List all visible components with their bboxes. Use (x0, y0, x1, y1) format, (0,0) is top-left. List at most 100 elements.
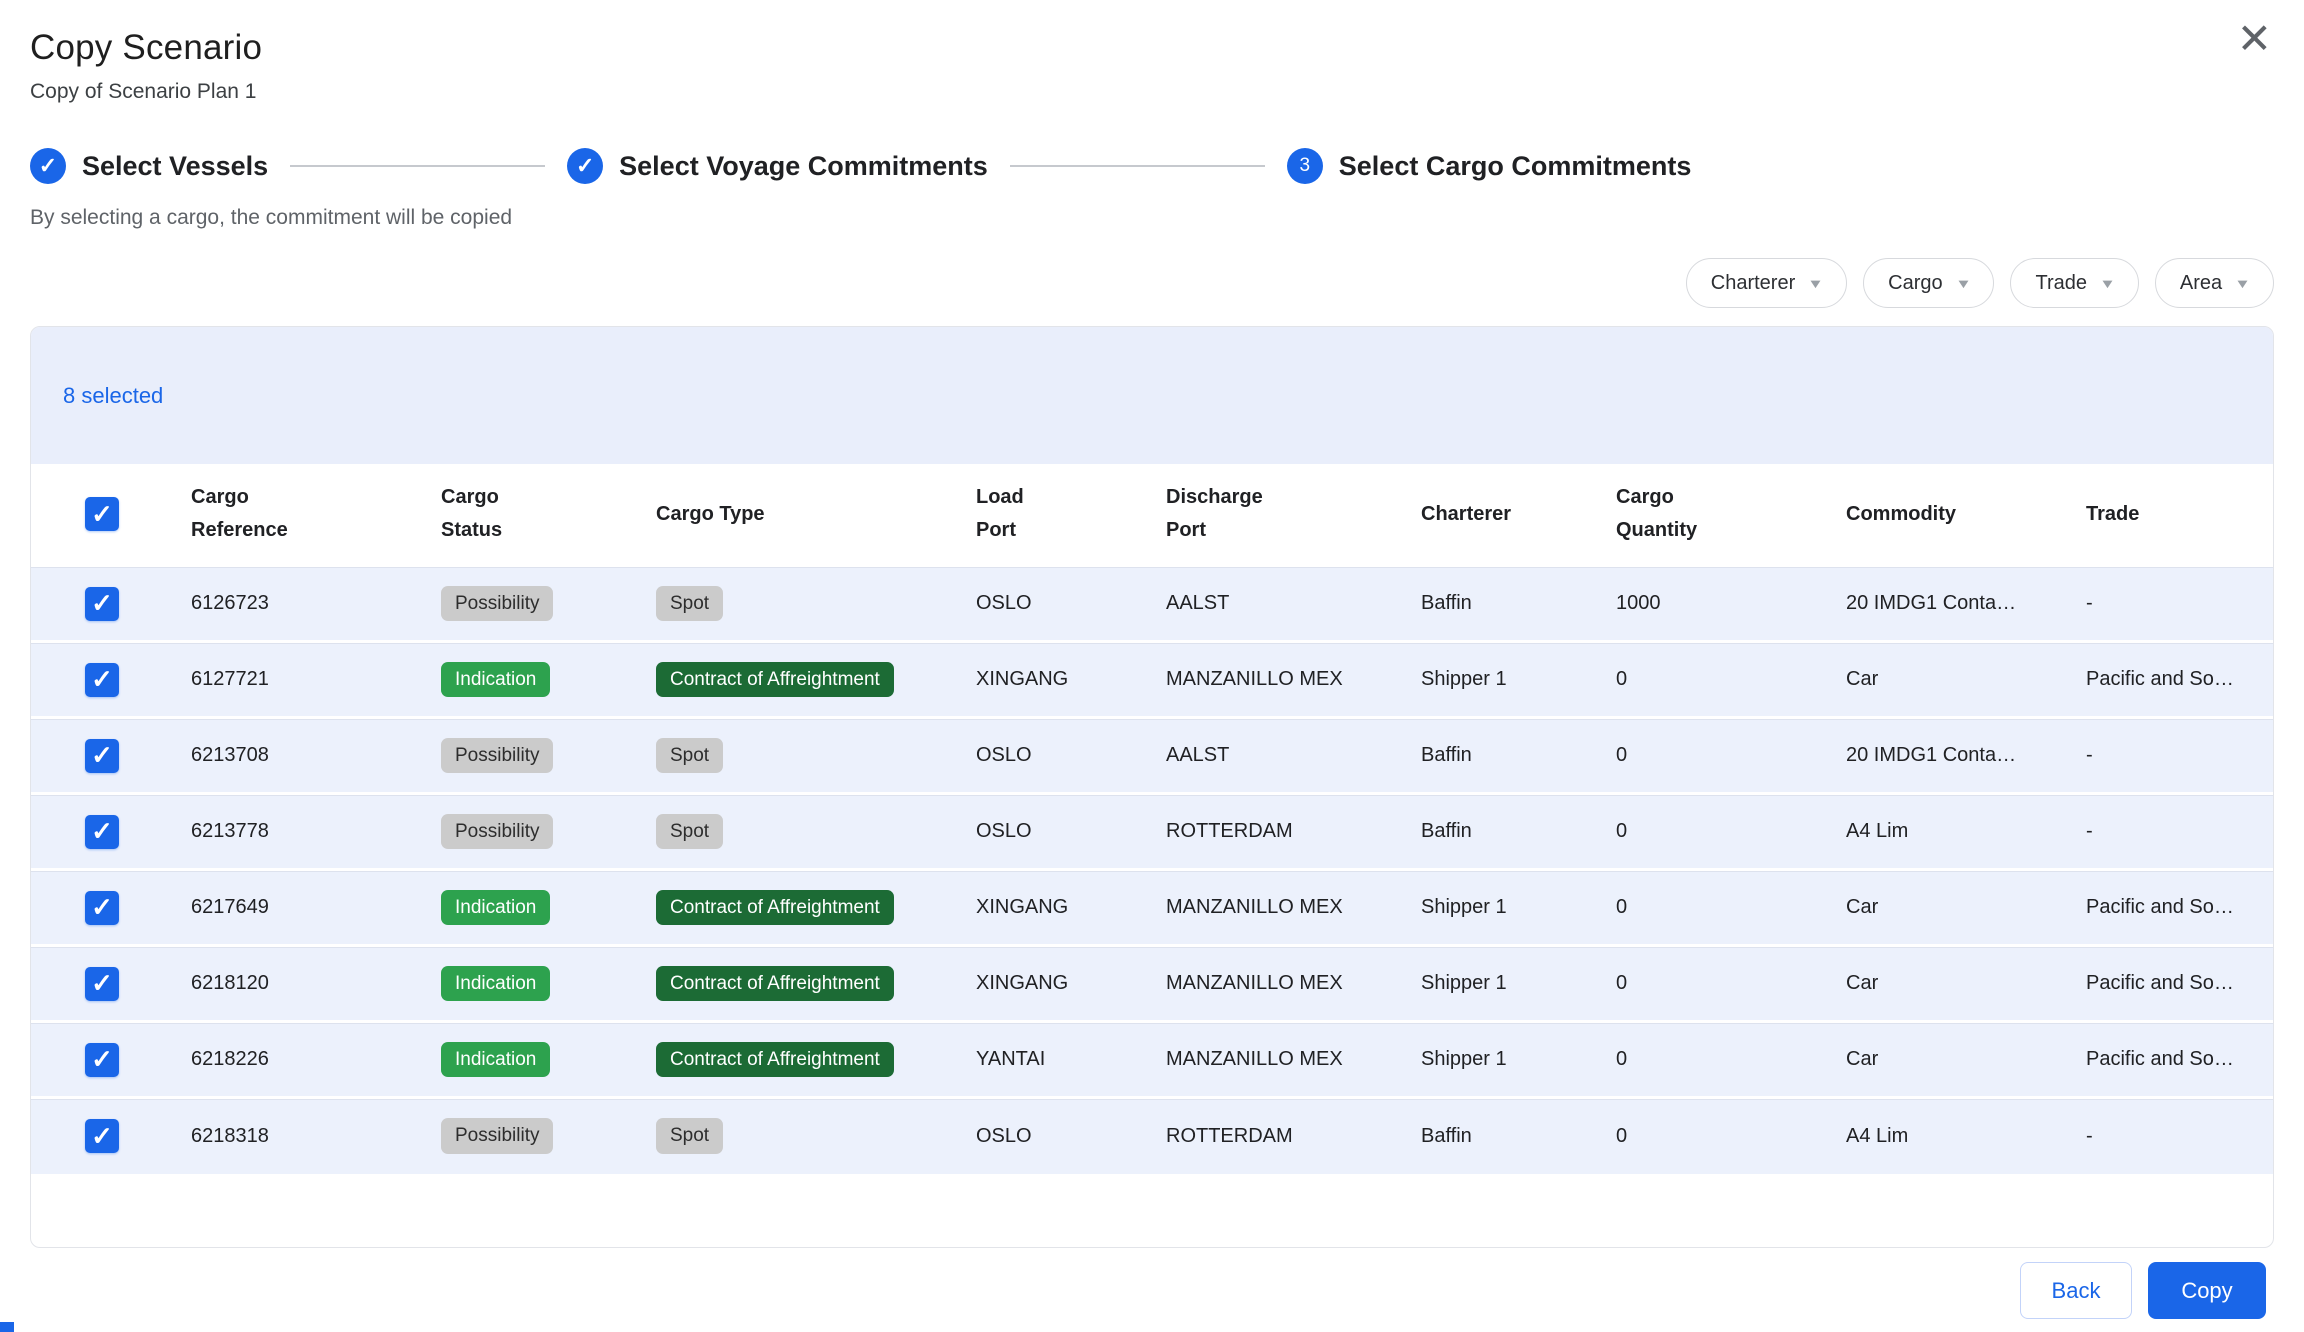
dialog-footer: Back Copy (30, 1262, 2274, 1319)
filter-label: Trade (2035, 272, 2087, 295)
cargo-status-badge: Possibility (441, 1118, 553, 1154)
filter-area[interactable]: Area ▼ (2155, 258, 2274, 308)
cell-discharge_port: MANZANILLO MEX (1136, 642, 1391, 718)
column-header: Cargo Reference (161, 464, 411, 566)
select-all-checkbox[interactable]: ✓ (85, 497, 119, 531)
cell-cargo_status: Indication (411, 1022, 626, 1098)
step-3-label: Select Cargo Commitments (1339, 151, 1692, 182)
step-connector (290, 165, 545, 167)
row-checkbox[interactable]: ✓ (85, 587, 119, 621)
cell-commodity: 20 IMDG1 Conta… (1816, 566, 2056, 642)
cell-load_port: XINGANG (946, 870, 1136, 946)
cell-cargo_status: Possibility (411, 794, 626, 870)
row-checkbox[interactable]: ✓ (85, 739, 119, 773)
back-button[interactable]: Back (2020, 1262, 2132, 1319)
filter-trade[interactable]: Trade ▼ (2010, 258, 2138, 308)
dialog-title: Copy Scenario (30, 28, 2274, 68)
table-row[interactable]: ✓6213778PossibilitySpotOSLOROTTERDAMBaff… (31, 794, 2274, 870)
cargo-status-badge: Indication (441, 662, 550, 698)
table-row[interactable]: ✓6218318PossibilitySpotOSLOROTTERDAMBaff… (31, 1098, 2274, 1174)
cell-discharge_port: AALST (1136, 718, 1391, 794)
column-header: Load Port (946, 464, 1136, 566)
cell-cargo_status: Possibility (411, 566, 626, 642)
cell-cargo_quantity: 0 (1586, 1098, 1816, 1174)
cell-load_port: OSLO (946, 718, 1136, 794)
column-header: Cargo Type (626, 464, 946, 566)
check-icon: ✓ (30, 148, 66, 184)
cell-commodity: 20 IMDG1 Conta… (1816, 718, 2056, 794)
cell-discharge_port: MANZANILLO MEX (1136, 870, 1391, 946)
step-1[interactable]: ✓ Select Vessels (30, 148, 268, 184)
cell-cargo_status: Indication (411, 870, 626, 946)
step-connector (1010, 165, 1265, 167)
cell-charterer: Shipper 1 (1391, 642, 1586, 718)
cell-trade: - (2056, 718, 2274, 794)
row-checkbox[interactable]: ✓ (85, 1119, 119, 1153)
table-header-row: ✓ Cargo ReferenceCargo StatusCargo TypeL… (31, 464, 2274, 566)
cell-cargo_status: Indication (411, 946, 626, 1022)
cell-cargo_quantity: 0 (1586, 718, 1816, 794)
background-app-edge (0, 1322, 14, 1332)
filter-label: Area (2180, 272, 2222, 295)
cell-cargo_reference: 6213778 (161, 794, 411, 870)
cell-trade: Pacific and So… (2056, 642, 2274, 718)
chevron-down-icon: ▼ (1807, 276, 1824, 291)
step-2[interactable]: ✓ Select Voyage Commitments (567, 148, 988, 184)
row-checkbox[interactable]: ✓ (85, 967, 119, 1001)
column-header: Cargo Quantity (1586, 464, 1816, 566)
cargo-type-badge: Contract of Affreightment (656, 966, 894, 1002)
table-row[interactable]: ✓6218226IndicationContract of Affreightm… (31, 1022, 2274, 1098)
cell-cargo_reference: 6126723 (161, 566, 411, 642)
step-2-label: Select Voyage Commitments (619, 151, 988, 182)
table-row[interactable]: ✓ 6217649IndicationContract of Affreightm… (31, 870, 2274, 946)
filter-charterer[interactable]: Charterer▼ (1686, 258, 1847, 308)
cargo-type-badge: Spot (656, 1118, 723, 1154)
step-1-label: Select Vessels (82, 151, 268, 182)
check-icon: ✓ (567, 148, 603, 184)
close-icon[interactable]: ✕ (2237, 18, 2272, 60)
cell-commodity: Car (1816, 946, 2056, 1022)
cell-commodity: Car (1816, 1022, 2056, 1098)
table-row[interactable]: ✓ 6127721 Indication Contract of Affreightm… (31, 642, 2274, 718)
cell-charterer: Shipper 1 (1391, 946, 1586, 1022)
cell-trade: Pacific and So… (2056, 946, 2274, 1022)
cell-charterer: Baffin (1391, 718, 1586, 794)
row-checkbox[interactable]: ✓ (85, 891, 119, 925)
stepper: ✓ Select Vessels ✓ Select Voyage Commitment… (30, 144, 2274, 188)
table-row[interactable]: ✓6126723PossibilitySpotOSLOAALSTBaffin10… (31, 566, 2274, 642)
cell-cargo_quantity: 0 (1586, 642, 1816, 718)
cargo-type-badge: Spot (656, 586, 723, 622)
cell-cargo_quantity: 1000 (1586, 566, 1816, 642)
cell-commodity: Car (1816, 642, 2056, 718)
cell-trade: Pacific and So… (2056, 870, 2274, 946)
copy-button[interactable]: Copy (2148, 1262, 2266, 1319)
cargo-table: ✓ Cargo ReferenceCargo StatusCargo TypeL… (31, 464, 2274, 1174)
chevron-down-icon: ▼ (1955, 276, 1972, 291)
cell-cargo_reference: 6218226 (161, 1022, 411, 1098)
cell-cargo_type: Contract of Affreightment (626, 946, 946, 1022)
chevron-down-icon: ▼ (2234, 276, 2251, 291)
cell-charterer: Shipper 1 (1391, 1022, 1586, 1098)
row-checkbox[interactable]: ✓ (85, 1043, 119, 1077)
cell-cargo_reference: 6217649 (161, 870, 411, 946)
row-checkbox[interactable]: ✓ (85, 815, 119, 849)
table-row[interactable]: ✓6213708PossibilitySpotOSLOAALSTBaffin02… (31, 718, 2274, 794)
selection-count: 8 selected (63, 383, 163, 409)
table-row[interactable]: ✓6218120IndicationContract of Affreightm… (31, 946, 2274, 1022)
cell-cargo_reference: 6127721 (161, 642, 411, 718)
cargo-status-badge: Possibility (441, 814, 553, 850)
cell-charterer: Baffin (1391, 794, 1586, 870)
filter-cargo[interactable]: Cargo▼ (1863, 258, 1994, 308)
cell-charterer: Shipper 1 (1391, 870, 1586, 946)
row-checkbox[interactable]: ✓ (85, 663, 119, 697)
step-3[interactable]: 3Select Cargo Commitments (1287, 148, 1692, 184)
cell-cargo_quantity: 0 (1586, 946, 1816, 1022)
cell-commodity: A4 Lim (1816, 794, 2056, 870)
cell-cargo_status: Indication (411, 642, 626, 718)
column-header: Cargo Status (411, 464, 626, 566)
cell-cargo_type: Contract of Affreightment (626, 642, 946, 718)
copy-scenario-dialog: Copy Scenario Copy of Scenario Plan 1 ✕ … (0, 0, 2304, 1332)
chevron-down-icon: ▼ (2099, 276, 2116, 291)
cell-cargo_type: Contract of Affreightment (626, 870, 946, 946)
column-header: Trade (2056, 464, 2274, 566)
